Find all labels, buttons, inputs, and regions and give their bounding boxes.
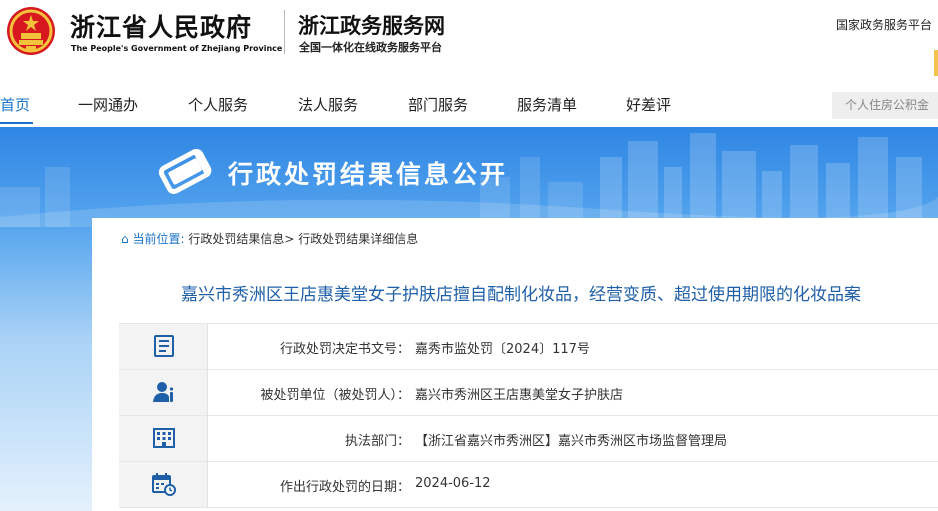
main-nav: 首页 一网通办 个人服务 法人服务 部门服务 服务清单 好差评	[0, 84, 938, 126]
case-title: 嘉兴市秀洲区王店惠美堂女子护肤店擅自配制化妆品，经营变质、超过使用期限的化妆品案	[181, 285, 861, 305]
nav-item-evaluation[interactable]: 好差评	[626, 94, 671, 115]
document-icon	[154, 335, 174, 357]
person-icon	[153, 382, 174, 402]
service-subtitle: 全国一体化在线政务服务平台	[299, 41, 442, 54]
header-divider	[284, 10, 285, 54]
breadcrumb: ⌂ 当前位置: 行政处罚结果信息> 行政处罚结果详细信息	[121, 230, 418, 247]
site-header: 浙江省人民政府 The People's Government of Zheji…	[0, 0, 938, 82]
site-name-cn[interactable]: 浙江省人民政府	[70, 8, 252, 44]
home-icon[interactable]: ⌂	[121, 232, 129, 246]
service-name[interactable]: 浙江政务服务网	[298, 10, 445, 40]
penalty-date-label: 作出行政处罚的日期：	[279, 480, 410, 495]
penalty-date-value: 2024-06-12	[415, 476, 491, 491]
content-card: ⌂ 当前位置: 行政处罚结果信息> 行政处罚结果详细信息 嘉兴市秀洲区王店惠美堂…	[92, 218, 938, 511]
national-emblem-icon[interactable]	[6, 6, 56, 56]
info-row-enforcement-dept: 执法部门： 【浙江省嘉兴市秀洲区】嘉兴市秀洲区市场监督管理局	[119, 416, 938, 462]
banner-title: 行政处罚结果信息公开	[228, 160, 509, 189]
enforcement-dept-label: 执法部门：	[344, 434, 410, 449]
nav-item-department[interactable]: 部门服务	[408, 94, 468, 115]
search-input[interactable]: 个人住房公积金	[832, 92, 938, 119]
breadcrumb-item-results[interactable]: 行政处罚结果信息>	[188, 232, 294, 246]
decision-number-label: 行政处罚决定书文号：	[279, 342, 410, 357]
penalized-party-value: 嘉兴市秀洲区王店惠美堂女子护肤店	[415, 388, 624, 403]
site-name-en: The People's Government of Zhejiang Prov…	[71, 44, 283, 53]
book-icon	[158, 148, 212, 195]
nav-item-legal-person[interactable]: 法人服务	[298, 94, 358, 115]
info-row-penalty-date: 作出行政处罚的日期： 2024-06-12	[119, 462, 938, 508]
nav-item-home[interactable]: 首页	[0, 94, 30, 115]
nav-active-indicator	[0, 122, 33, 124]
info-row-decision-number: 行政处罚决定书文号： 嘉秀市监处罚〔2024〕117号	[119, 323, 938, 370]
nav-item-one-stop[interactable]: 一网通办	[78, 94, 138, 115]
breadcrumb-item-detail: 行政处罚结果详细信息	[298, 232, 419, 246]
info-row-penalized-party: 被处罚单位（被处罚人）： 嘉兴市秀洲区王店惠美堂女子护肤店	[119, 370, 938, 416]
building-icon	[153, 428, 175, 448]
side-tab[interactable]	[934, 50, 938, 76]
nav-item-personal[interactable]: 个人服务	[188, 94, 248, 115]
decision-number-value: 嘉秀市监处罚〔2024〕117号	[415, 342, 590, 357]
case-info-table: 行政处罚决定书文号： 嘉秀市监处罚〔2024〕117号 被处罚单位（被处罚人）：…	[119, 323, 938, 508]
calendar-clock-icon	[152, 473, 176, 496]
enforcement-dept-value: 【浙江省嘉兴市秀洲区】嘉兴市秀洲区市场监督管理局	[415, 434, 728, 449]
national-platform-link[interactable]: 国家政务服务平台	[836, 16, 932, 33]
penalized-party-label: 被处罚单位（被处罚人）：	[260, 388, 410, 403]
nav-item-service-list[interactable]: 服务清单	[517, 94, 577, 115]
breadcrumb-prefix: 当前位置:	[132, 232, 185, 246]
